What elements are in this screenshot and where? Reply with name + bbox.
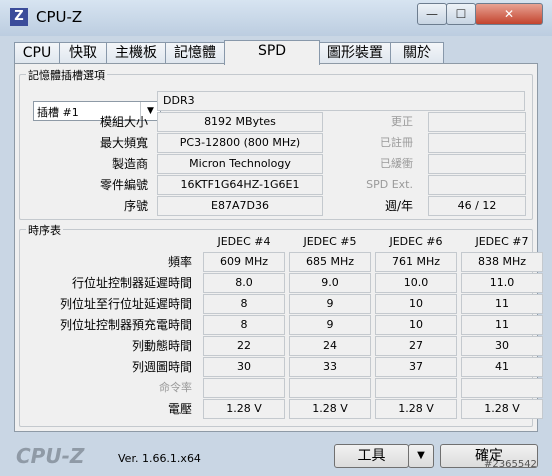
memory-slot-group-title: 記憶體插槽選項 bbox=[26, 67, 107, 83]
spd-panel: 記憶體插槽選項 插槽 #1 ▼ DDR3 模組大小 8192 MBytes 更正… bbox=[14, 63, 543, 432]
tab-cache[interactable]: 快取 bbox=[59, 42, 107, 64]
timing-row-label: 列週圖時間 bbox=[131, 360, 192, 374]
timing-value-cell bbox=[461, 378, 543, 398]
buffered-field bbox=[428, 154, 526, 174]
timing-value-cell: 1.28 V bbox=[461, 399, 543, 419]
minimize-button[interactable]: — bbox=[417, 3, 447, 25]
timing-column-header: JEDEC #7 bbox=[475, 235, 529, 248]
serial-field: E87A7D36 bbox=[157, 196, 323, 216]
timing-value-cell: 11.0 bbox=[461, 273, 543, 293]
timing-value-cell: 1.28 V bbox=[203, 399, 285, 419]
registered-field bbox=[428, 133, 526, 153]
timing-value-cell: 30 bbox=[203, 357, 285, 377]
timing-value-cell: 22 bbox=[203, 336, 285, 356]
timing-value-cell: 10 bbox=[375, 294, 457, 314]
timing-value-cell bbox=[375, 378, 457, 398]
timing-value-cell: 33 bbox=[289, 357, 371, 377]
registered-label: 已註冊 bbox=[380, 136, 413, 149]
manufacturer-field: Micron Technology bbox=[157, 154, 323, 174]
timing-value-cell: 1.28 V bbox=[289, 399, 371, 419]
timing-value-cell: 8.0 bbox=[203, 273, 285, 293]
timing-row-label: 命令率 bbox=[159, 381, 192, 394]
timing-row-label: 電壓 bbox=[167, 402, 192, 416]
memory-type-field: DDR3 bbox=[157, 91, 525, 111]
timing-column-header: JEDEC #5 bbox=[303, 235, 357, 248]
version-text: Ver. 1.66.1.x64 bbox=[118, 452, 201, 465]
timing-value-cell: 9 bbox=[289, 294, 371, 314]
timing-value-cell: 685 MHz bbox=[289, 252, 371, 272]
tools-dropdown-button[interactable]: ▼ bbox=[408, 444, 434, 468]
timing-row-label: 列位址至行位址延遲時間 bbox=[59, 297, 192, 311]
tab-about[interactable]: 關於 bbox=[390, 42, 444, 64]
module-size-field: 8192 MBytes bbox=[157, 112, 323, 132]
tab-graphics[interactable]: 圖形裝置 bbox=[319, 42, 391, 64]
timing-value-cell: 30 bbox=[461, 336, 543, 356]
timing-row-label: 行位址控制器延遲時間 bbox=[71, 276, 192, 290]
timing-value-cell: 609 MHz bbox=[203, 252, 285, 272]
watermark-text: #2365542 bbox=[484, 459, 537, 470]
tab-cpu[interactable]: CPU bbox=[14, 42, 60, 64]
week-year-label: 週/年 bbox=[384, 199, 413, 213]
tab-mainboard[interactable]: 主機板 bbox=[106, 42, 166, 64]
buffered-label: 已緩衝 bbox=[380, 157, 413, 170]
timing-value-cell bbox=[289, 378, 371, 398]
tools-button[interactable]: 工具 bbox=[334, 444, 409, 468]
timing-column-header: JEDEC #4 bbox=[217, 235, 271, 248]
tab-spd[interactable]: SPD bbox=[224, 40, 320, 65]
tab-memory[interactable]: 記憶體 bbox=[165, 42, 225, 64]
serial-label: 序號 bbox=[123, 199, 148, 213]
timing-value-cell: 11 bbox=[461, 294, 543, 314]
spd-ext-label: SPD Ext. bbox=[366, 178, 413, 191]
timing-value-cell: 11 bbox=[461, 315, 543, 335]
timings-group-title: 時序表 bbox=[26, 222, 63, 238]
part-number-label: 零件編號 bbox=[99, 178, 148, 192]
timing-value-cell bbox=[203, 378, 285, 398]
timing-value-cell: 10 bbox=[375, 315, 457, 335]
title-bar: Z CPU-Z — ☐ ✕ bbox=[0, 0, 552, 36]
timing-value-cell: 9 bbox=[289, 315, 371, 335]
timing-value-cell: 9.0 bbox=[289, 273, 371, 293]
timing-value-cell: 8 bbox=[203, 294, 285, 314]
timing-value-cell: 24 bbox=[289, 336, 371, 356]
chevron-down-icon: ▼ bbox=[417, 450, 425, 461]
timing-value-cell: 10.0 bbox=[375, 273, 457, 293]
timing-value-cell: 838 MHz bbox=[461, 252, 543, 272]
memory-slot-group: 記憶體插槽選項 插槽 #1 ▼ DDR3 模組大小 8192 MBytes 更正… bbox=[19, 67, 533, 220]
close-button[interactable]: ✕ bbox=[475, 3, 543, 25]
manufacturer-label: 製造商 bbox=[111, 157, 148, 171]
timing-value-cell: 1.28 V bbox=[375, 399, 457, 419]
timing-value-cell: 37 bbox=[375, 357, 457, 377]
timing-value-cell: 8 bbox=[203, 315, 285, 335]
timing-value-cell: 761 MHz bbox=[375, 252, 457, 272]
tools-button-label: 工具 bbox=[357, 448, 386, 464]
timing-row-label: 列動態時間 bbox=[131, 339, 192, 353]
max-bandwidth-label: 最大頻寬 bbox=[99, 136, 148, 150]
window-title: CPU-Z bbox=[36, 8, 83, 26]
timing-row-label: 列位址控制器預充電時間 bbox=[59, 318, 192, 332]
cpuz-logo: CPU-Z bbox=[16, 444, 85, 468]
correction-label: 更正 bbox=[391, 115, 413, 128]
cpuz-app-icon: Z bbox=[10, 8, 28, 26]
max-bandwidth-field: PC3-12800 (800 MHz) bbox=[157, 133, 323, 153]
part-number-field: 16KTF1G64HZ-1G6E1 bbox=[157, 175, 323, 195]
timing-value-cell: 41 bbox=[461, 357, 543, 377]
timings-group: 時序表 JEDEC #4 JEDEC #5 JEDEC #6 JEDEC #7 頻率 60… bbox=[19, 222, 543, 427]
week-year-field: 46 / 12 bbox=[428, 196, 526, 216]
timing-column-header: JEDEC #6 bbox=[389, 235, 443, 248]
spd-ext-field bbox=[428, 175, 526, 195]
timing-value-cell: 27 bbox=[375, 336, 457, 356]
maximize-button[interactable]: ☐ bbox=[446, 3, 476, 25]
correction-field bbox=[428, 112, 526, 132]
module-size-label: 模組大小 bbox=[99, 115, 148, 129]
timing-row-label: 頻率 bbox=[167, 255, 192, 269]
